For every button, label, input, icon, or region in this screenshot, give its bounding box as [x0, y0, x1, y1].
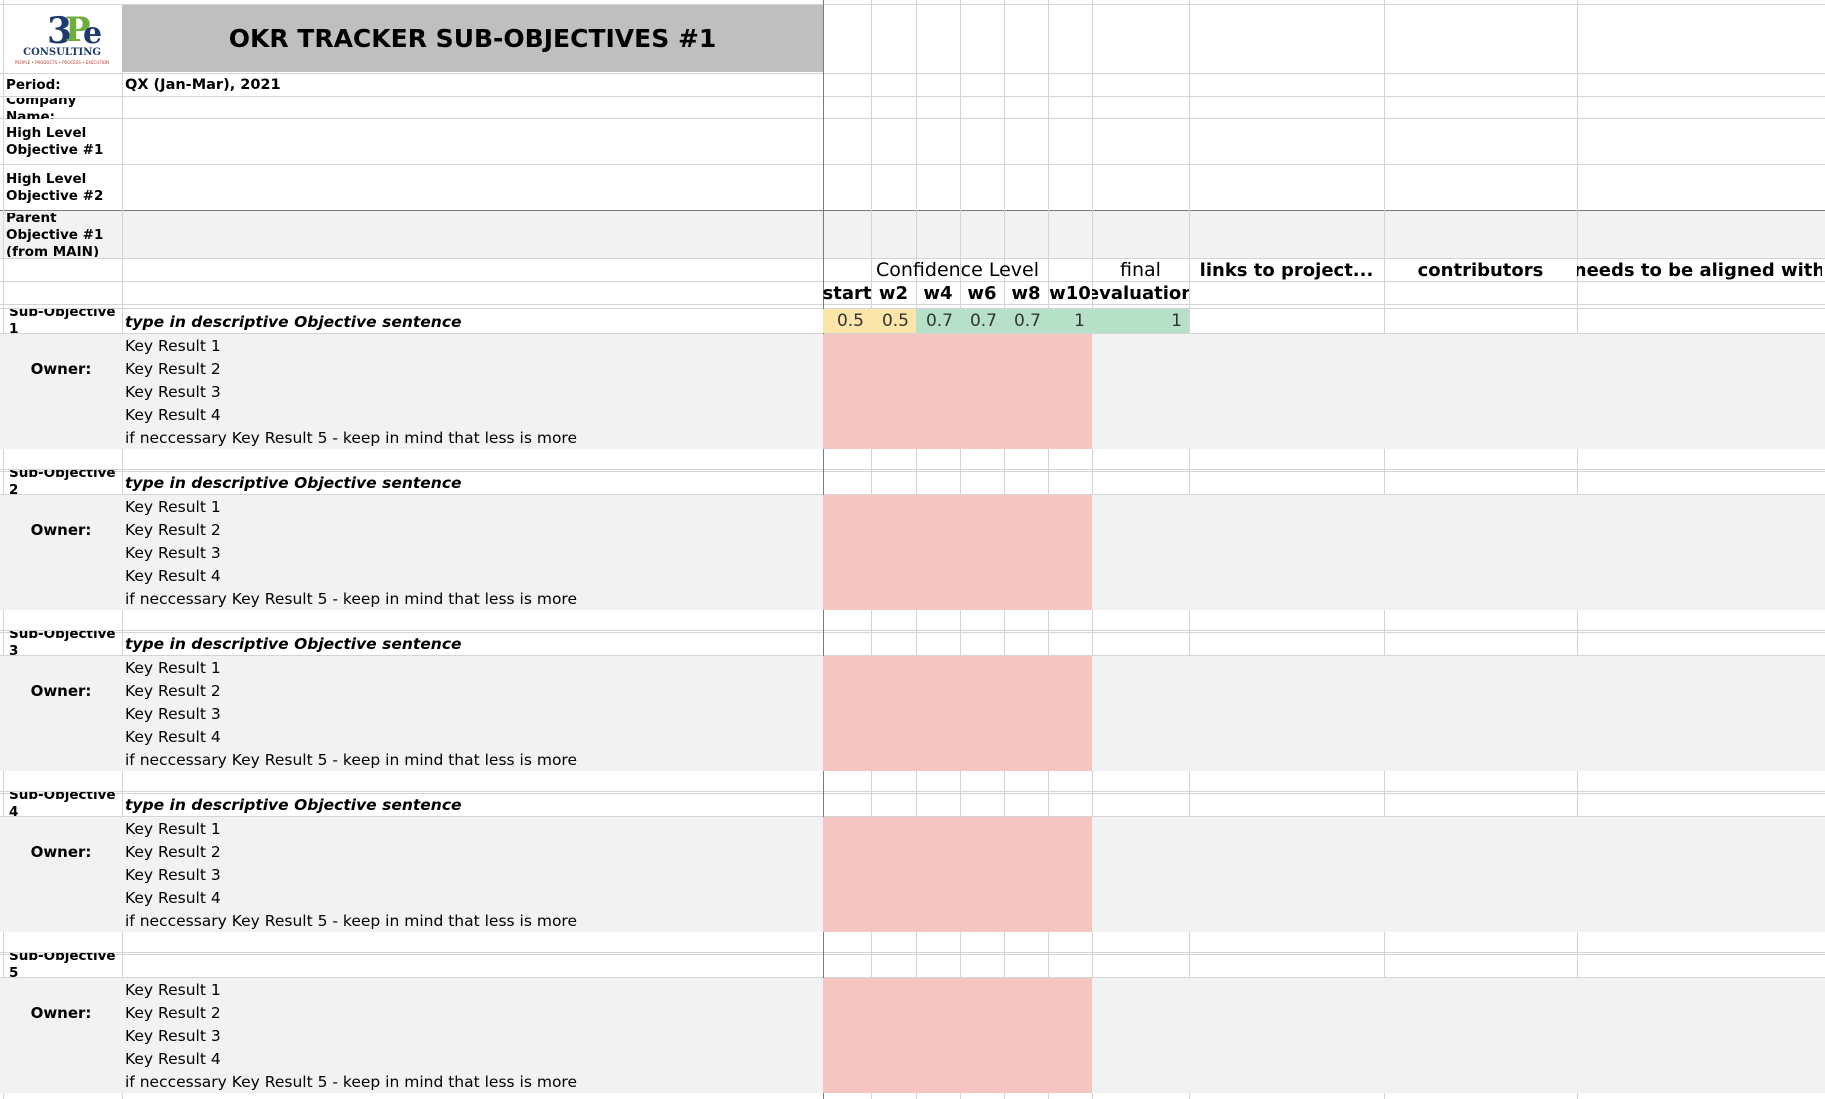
key-result-1[interactable]: Key Result 1 — [122, 495, 822, 518]
key-result-1[interactable]: Key Result 1 — [122, 978, 822, 1001]
grid-hline — [0, 630, 1825, 631]
key-result-2[interactable]: Key Result 2 — [122, 357, 822, 380]
confidence-value-w6[interactable]: 0.7 — [960, 309, 1004, 333]
owner-label: Owner: — [30, 520, 92, 539]
confidence-value-start[interactable]: 0.5 — [823, 309, 871, 333]
objective-sentence[interactable]: type in descriptive Objective sentence — [122, 632, 822, 656]
contributors-header: contributors — [1417, 259, 1544, 281]
key-result-4[interactable]: Key Result 4 — [122, 403, 822, 426]
grid-hline — [0, 164, 1825, 165]
key-result-5[interactable]: if neccessary Key Result 5 - keep in min… — [122, 909, 822, 932]
week-header-w10: w10 — [1049, 282, 1091, 304]
grid-hline — [0, 469, 1825, 470]
owner-label: Owner: — [30, 842, 92, 861]
owner-label: Owner: — [30, 359, 92, 378]
parent-objective-band — [0, 211, 1825, 258]
key-result-3[interactable]: Key Result 3 — [122, 541, 822, 564]
confidence-level-header: Confidence Level — [875, 259, 1040, 281]
high-level-objective-1-label: High Level Objective #1 — [6, 125, 104, 158]
owner-label: Owner: — [30, 681, 92, 700]
confidence-block — [823, 495, 1092, 610]
week-header-w6: w6 — [967, 282, 997, 304]
key-result-4[interactable]: Key Result 4 — [122, 564, 822, 587]
confidence-block — [823, 656, 1092, 771]
key-result-5[interactable]: if neccessary Key Result 5 - keep in min… — [122, 426, 822, 449]
key-result-1[interactable]: Key Result 1 — [122, 817, 822, 840]
key-result-2[interactable]: Key Result 2 — [122, 1001, 822, 1024]
objective-sentence[interactable]: type in descriptive Objective sentence — [122, 471, 822, 495]
confidence-value-w10[interactable]: 1 — [1048, 309, 1092, 333]
key-result-3[interactable]: Key Result 3 — [122, 702, 822, 725]
week-header-start: start — [823, 282, 871, 304]
company-logo: 3 P e CONSULTING PEOPLE • PRODUCTS • PRO… — [3, 5, 121, 72]
key-result-4[interactable]: Key Result 4 — [122, 886, 822, 909]
aligned-header: needs to be aligned with — [1577, 259, 1822, 281]
key-result-4[interactable]: Key Result 4 — [122, 725, 822, 748]
company-name-label: Company Name: — [6, 98, 77, 119]
grid-hline — [0, 73, 1825, 74]
confidence-value-w4[interactable]: 0.7 — [916, 309, 960, 333]
high-level-objective-2-label: High Level Objective #2 — [6, 171, 104, 204]
sub-objective-label: Sub-Objective 2 — [9, 470, 116, 494]
svg-text:CONSULTING: CONSULTING — [23, 47, 101, 58]
key-result-2[interactable]: Key Result 2 — [122, 840, 822, 863]
confidence-block — [823, 817, 1092, 932]
final-evaluation-value[interactable]: 1 — [1092, 309, 1189, 333]
grid-hline — [0, 304, 1825, 305]
sub-objective-label: Sub-Objective 3 — [9, 631, 116, 655]
key-result-1[interactable]: Key Result 1 — [122, 656, 822, 679]
period-label: Period: — [6, 77, 61, 93]
sheet-title: OKR TRACKER SUB-OBJECTIVES #1 — [228, 24, 717, 53]
key-result-3[interactable]: Key Result 3 — [122, 863, 822, 886]
week-header-w8: w8 — [1011, 282, 1041, 304]
logo-graphic: 3 P e CONSULTING PEOPLE • PRODUCTS • PRO… — [15, 10, 109, 65]
svg-text:e: e — [83, 16, 102, 51]
key-result-2[interactable]: Key Result 2 — [122, 518, 822, 541]
key-result-3[interactable]: Key Result 3 — [122, 380, 822, 403]
key-result-5[interactable]: if neccessary Key Result 5 - keep in min… — [122, 1070, 822, 1093]
week-header-w4: w4 — [923, 282, 953, 304]
confidence-value-w8[interactable]: 0.7 — [1004, 309, 1048, 333]
grid-hline — [0, 791, 1825, 792]
key-result-5[interactable]: if neccessary Key Result 5 - keep in min… — [122, 748, 822, 771]
grid-hline — [0, 96, 1825, 97]
confidence-block — [823, 334, 1092, 449]
spreadsheet-grid: 3 P e CONSULTING PEOPLE • PRODUCTS • PRO… — [0, 0, 1825, 1099]
svg-text:PEOPLE • PRODUCTS • PROCESS •: PEOPLE • PRODUCTS • PROCESS • EXECUTION — [15, 60, 109, 65]
sub-objective-label: Sub-Objective 1 — [9, 309, 116, 333]
grid-hline — [0, 952, 1825, 953]
final-header: final — [1120, 259, 1161, 281]
grid-hline — [0, 118, 1825, 119]
key-result-5[interactable]: if neccessary Key Result 5 - keep in min… — [122, 587, 822, 610]
sub-objective-label: Sub-Objective 5 — [9, 953, 116, 977]
week-header-w2: w2 — [878, 282, 909, 304]
final-evaluation-header: evaluation — [1092, 282, 1189, 304]
owner-label: Owner: — [30, 1003, 92, 1022]
objective-sentence[interactable] — [122, 954, 822, 978]
sub-objective-label: Sub-Objective 4 — [9, 792, 116, 816]
key-result-1[interactable]: Key Result 1 — [122, 334, 822, 357]
key-result-3[interactable]: Key Result 3 — [122, 1024, 822, 1047]
confidence-value-w2[interactable]: 0.5 — [871, 309, 916, 333]
objective-sentence[interactable]: type in descriptive Objective sentence — [122, 793, 822, 817]
grid-hline — [0, 210, 1825, 211]
links-header: links to project... — [1199, 259, 1374, 281]
key-result-2[interactable]: Key Result 2 — [122, 679, 822, 702]
parent-objective-label: Parent Objective #1 (from MAIN) — [6, 213, 104, 257]
confidence-block — [823, 978, 1092, 1093]
objective-sentence[interactable]: type in descriptive Objective sentence — [122, 310, 822, 334]
key-result-4[interactable]: Key Result 4 — [122, 1047, 822, 1070]
period-value[interactable]: QX (Jan-Mar), 2021 — [122, 75, 522, 96]
